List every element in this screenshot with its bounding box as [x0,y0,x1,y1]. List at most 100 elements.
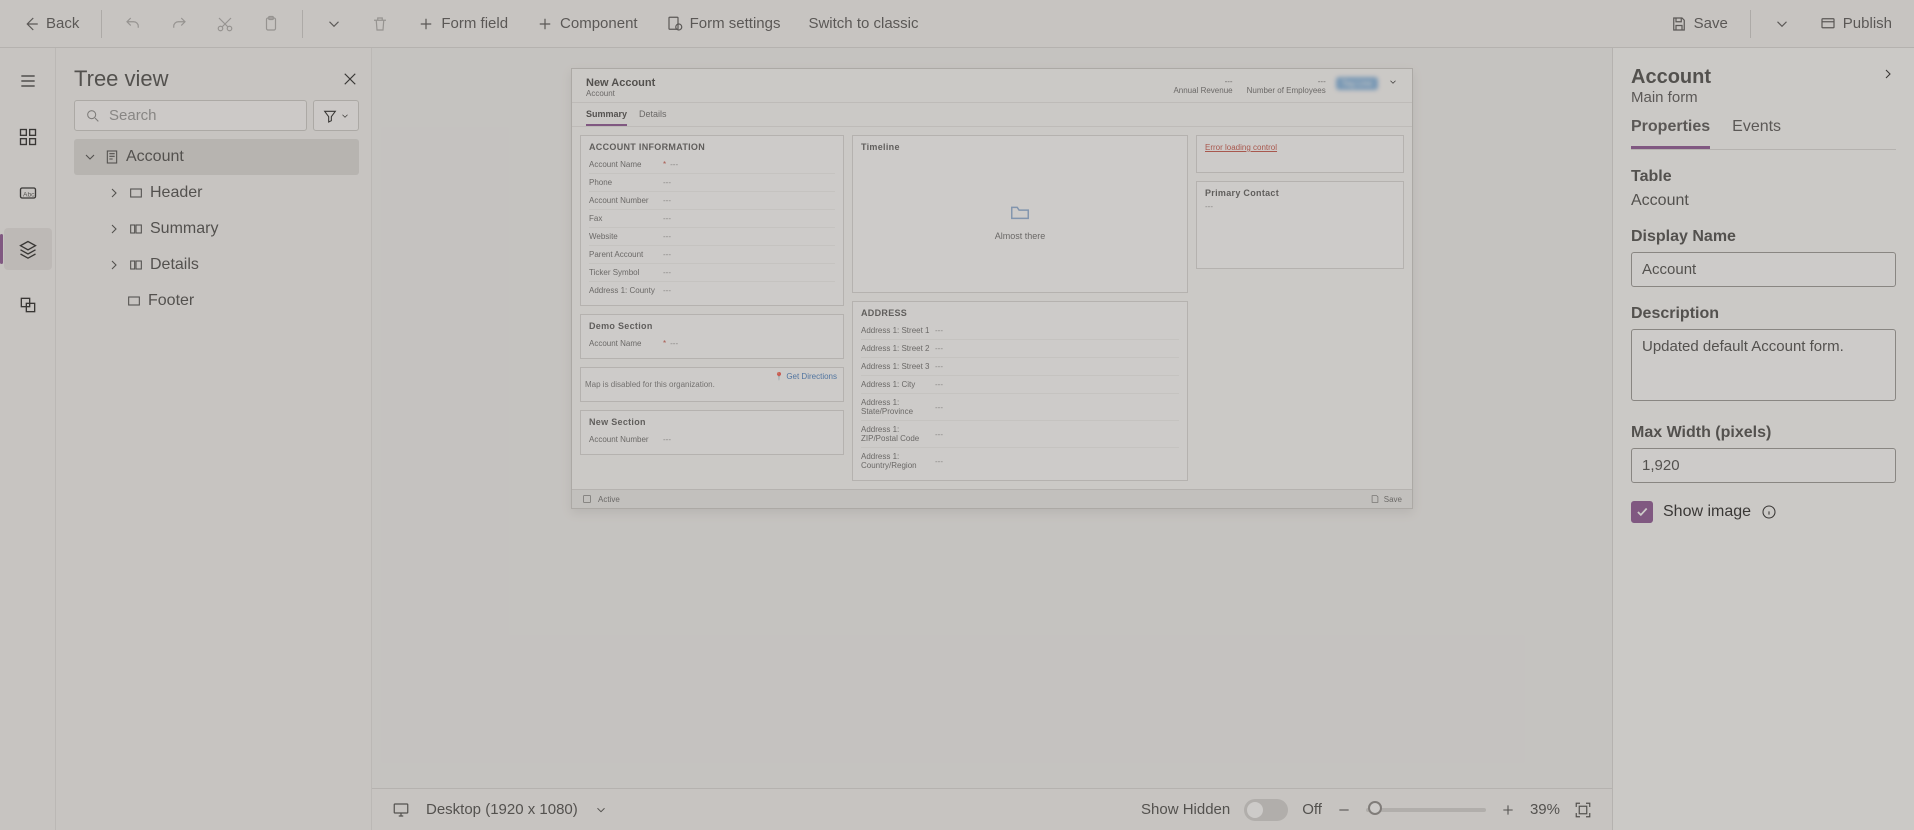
section-title: Primary Contact [1205,188,1395,198]
form-icon [104,149,120,165]
prop-table-value: Account [1631,192,1896,210]
tree-node-label: Summary [150,220,218,238]
section-address[interactable]: ADDRESS Address 1: Street 1 --- Address 1… [852,301,1188,481]
tree-node-account[interactable]: Account [74,139,359,175]
error-message: Error loading control [1205,143,1277,152]
tab-properties[interactable]: Properties [1631,118,1710,149]
section-error[interactable]: Error loading control [1196,135,1404,173]
toolbar-separator [101,10,102,38]
stat-val: --- [1318,77,1326,86]
rail-fields[interactable]: Abc [4,172,52,214]
plus-icon [536,15,554,33]
field-value: --- [663,250,671,259]
more-button[interactable] [315,9,353,39]
rail-hamburger[interactable] [4,60,52,102]
abc-icon: Abc [18,183,38,203]
field-label: Account Name [589,160,659,169]
get-directions-link[interactable]: 📍 Get Directions [774,372,837,381]
field-label: Fax [589,214,659,223]
field-label: Ticker Symbol [589,268,659,277]
rail-components[interactable] [4,116,52,158]
save-icon [1670,15,1688,33]
filter-button[interactable] [313,100,359,131]
tree-node-summary[interactable]: Summary [74,211,359,247]
redo-button[interactable] [160,9,198,39]
section-demo[interactable]: Demo Section Account Name*--- [580,314,844,359]
field-label: Address 1: Street 2 [861,344,931,353]
chevron-down-icon[interactable] [594,803,608,817]
chevron-right-icon[interactable] [1880,66,1896,82]
form-settings-label: Form settings [690,15,781,32]
rail-tree-view[interactable] [4,228,52,270]
footer-status: Active [598,495,620,504]
field-label: Address 1: Country/Region [861,452,931,470]
zoom-value: 39% [1530,801,1560,818]
tree-node-header[interactable]: Header [74,175,359,211]
search-input[interactable]: Search [74,100,307,131]
tree-node-details[interactable]: Details [74,247,359,283]
status-bar: Desktop (1920 x 1080) Show Hidden Off 39… [372,788,1612,830]
form-sub: Account [586,89,655,98]
switch-classic-label: Switch to classic [808,15,918,32]
field-label: Website [589,232,659,241]
back-button[interactable]: Back [12,9,89,39]
form-tab-details[interactable]: Details [639,109,667,126]
section-new[interactable]: New Section Account Number--- [580,410,844,455]
field-value: --- [935,380,943,389]
filter-icon [322,108,338,124]
chevron-down-icon[interactable] [1388,77,1398,87]
section-title: ADDRESS [861,308,1179,318]
toolbar-separator [1750,10,1751,38]
max-width-input[interactable] [1631,448,1896,483]
plus-icon[interactable] [1500,802,1516,818]
form-settings-button[interactable]: Form settings [656,9,791,39]
section-title: New Section [589,417,835,427]
footer-save[interactable]: Save [1384,495,1402,504]
section-primary-contact[interactable]: Primary Contact --- [1196,181,1404,269]
field-value: --- [670,160,678,169]
description-input[interactable] [1631,329,1896,401]
section-timeline[interactable]: Timeline Almost there [852,135,1188,293]
rail-library[interactable] [4,284,52,326]
publish-icon [1819,15,1837,33]
publish-button[interactable]: Publish [1809,9,1902,39]
save-button[interactable]: Save [1660,9,1738,39]
switch-classic-button[interactable]: Switch to classic [798,9,928,38]
form-preview[interactable]: New Account Account ---Annual Revenue --… [571,68,1413,509]
props-subtitle: Main form [1631,89,1711,106]
field-value: --- [663,232,671,241]
undo-button[interactable] [114,9,152,39]
cut-button[interactable] [206,9,244,39]
show-image-checkbox[interactable] [1631,501,1653,523]
show-hidden-label: Show Hidden [1141,801,1230,818]
section-account-info[interactable]: ACCOUNT INFORMATION Account Name*--- Pho… [580,135,844,306]
field-label: Address 1: Street 1 [861,326,931,335]
form-field-button[interactable]: Form field [407,9,518,39]
toolbar-separator [302,10,303,38]
info-icon[interactable] [1761,504,1777,520]
stat-label: Number of Employees [1247,86,1326,95]
form-field-label: Form field [441,15,508,32]
tab-events[interactable]: Events [1732,118,1781,149]
zoom-slider[interactable] [1366,808,1486,812]
timeline-message: Almost there [995,231,1046,241]
chevron-down-icon [1773,15,1791,33]
fit-icon[interactable] [1574,801,1592,819]
section-map[interactable]: 📍 Get Directions Map is disabled for thi… [580,367,844,402]
save-options-button[interactable] [1763,9,1801,39]
form-tab-summary[interactable]: Summary [586,109,627,126]
paste-button[interactable] [252,9,290,39]
delete-button[interactable] [361,9,399,39]
tree-node-label: Footer [148,292,194,310]
minus-icon[interactable] [1336,802,1352,818]
component-button[interactable]: Component [526,9,648,39]
display-name-input[interactable] [1631,252,1896,287]
close-icon[interactable] [341,70,359,88]
tree-title: Tree view [74,66,169,92]
show-hidden-toggle[interactable] [1244,799,1288,821]
device-label: Desktop (1920 x 1080) [426,801,578,818]
field-label: Address 1: County [589,286,659,295]
field-label: Address 1: Street 3 [861,362,931,371]
field-label: Phone [589,178,659,187]
tree-node-footer[interactable]: Footer [74,283,359,319]
